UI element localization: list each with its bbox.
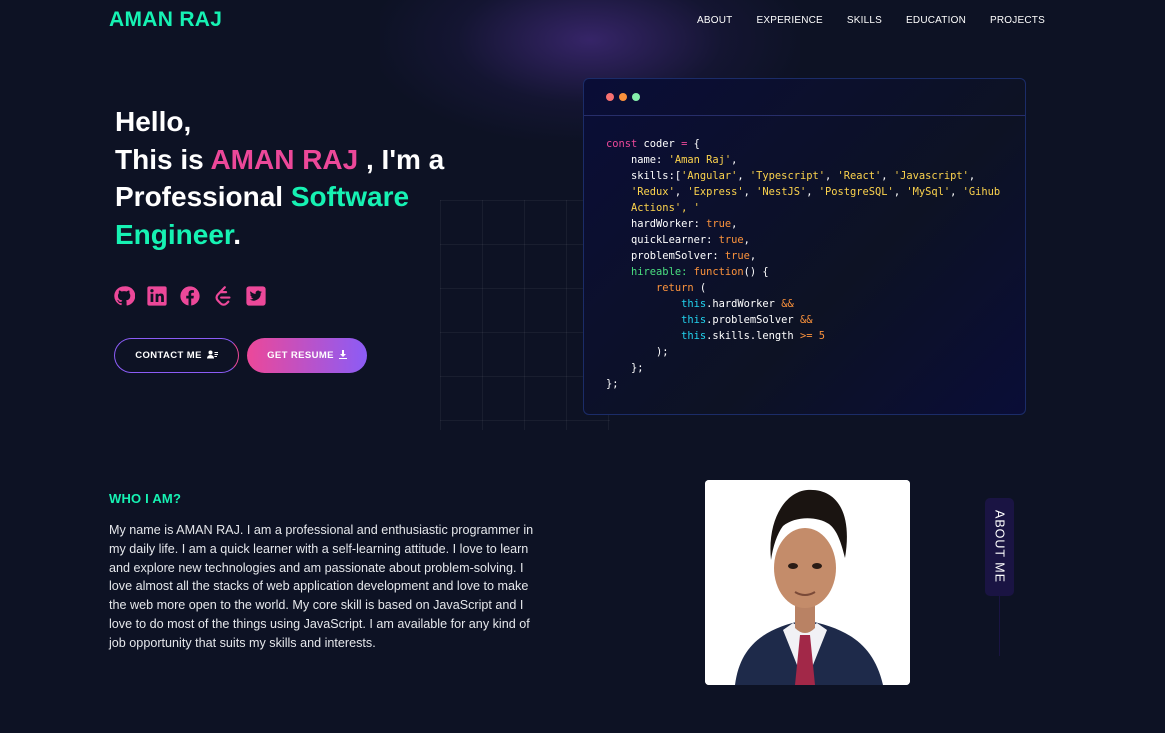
facebook-icon[interactable] (179, 285, 201, 307)
code-string: 'Express' (687, 186, 744, 198)
hero-engineer: Engineer (115, 218, 234, 250)
leetcode-icon[interactable] (212, 285, 234, 307)
about-me-tab-label: ABOUT ME (992, 510, 1007, 584)
code-string: 'Aman Raj' (668, 154, 732, 166)
get-resume-label: GET RESUME (267, 350, 334, 361)
code-operator: && (781, 298, 794, 310)
github-icon[interactable] (113, 285, 136, 307)
hero-period: . (233, 218, 242, 250)
download-icon (338, 349, 347, 362)
linkedin-icon[interactable] (146, 285, 168, 307)
code-string: 'Gihub (962, 186, 1001, 198)
window-dots (606, 93, 645, 101)
code-text: }; (631, 362, 644, 374)
code-text: () { (743, 266, 769, 278)
orange-dot-icon (619, 93, 627, 101)
code-text: ); (656, 346, 669, 358)
code-boolean: true (718, 234, 744, 246)
code-block: const coder = { name: 'Aman Raj', skills… (606, 138, 1001, 390)
code-string: 'Javascript' (893, 170, 969, 182)
code-text: .hardWorker (706, 298, 782, 310)
about-description: My name is AMAN RAJ. I am a professional… (109, 523, 534, 650)
code-string: 'Angular' (681, 170, 738, 182)
hero-software: Software (290, 181, 410, 212)
code-keyword: function (693, 266, 744, 278)
code-this: this (681, 330, 707, 342)
code-key: hardWorker: (631, 218, 707, 230)
about-heading: WHO I AM? (109, 491, 182, 506)
code-keyword: const (606, 138, 638, 150)
site-logo[interactable]: AMAN RAJ (109, 8, 222, 32)
about-me-tab: ABOUT ME (985, 498, 1014, 596)
hero-this-is: This is (115, 143, 211, 175)
nav-link-skills[interactable]: SKILLS (847, 15, 882, 26)
contact-me-label: CONTACT ME (135, 350, 202, 361)
code-key: problemSolver: (631, 250, 725, 262)
code-string: 'MySql' (906, 186, 951, 198)
code-card: const coder = { name: 'Aman Raj', skills… (583, 78, 1026, 415)
code-text: ( (693, 282, 707, 294)
code-string: 'NestJS' (756, 186, 807, 198)
hero-heading: Hello, This is AMAN RAJ , I'm a Professi… (115, 103, 475, 253)
hero-name: AMAN RAJ (210, 143, 359, 175)
nav-link-education[interactable]: EDUCATION (906, 15, 966, 26)
top-nav: ABOUT EXPERIENCE SKILLS EDUCATION PROJEC… (686, 15, 1069, 26)
code-text: { (687, 138, 700, 150)
green-dot-icon (632, 93, 640, 101)
code-this: this (681, 314, 707, 326)
social-links (113, 285, 278, 307)
hero-hello: Hello, (115, 106, 192, 137)
code-keyword: return (656, 282, 694, 294)
contact-card-icon (206, 350, 218, 362)
code-boolean: true (706, 218, 732, 230)
code-key: name: (631, 154, 669, 166)
code-this: this (681, 298, 707, 310)
side-divider (999, 596, 1000, 656)
code-string: 'Typescript' (749, 170, 825, 182)
code-text: }; (606, 378, 619, 390)
code-boolean: true (724, 250, 750, 262)
get-resume-button[interactable]: GET RESUME (247, 338, 367, 373)
profile-photo (705, 480, 910, 685)
code-key: quickLearner: (631, 234, 719, 246)
nav-link-about[interactable]: ABOUT (697, 15, 732, 26)
code-key: hireable: (631, 266, 694, 278)
red-dot-icon (606, 93, 614, 101)
code-text: .skills.length (706, 330, 800, 342)
code-text: coder (637, 138, 682, 150)
code-string: 'React' (837, 170, 882, 182)
code-string: , ' (681, 202, 700, 214)
hero-im-a: , I'm a (358, 143, 445, 175)
code-string: Actions' (631, 202, 682, 214)
code-text: .problemSolver (706, 314, 800, 326)
nav-link-projects[interactable]: PROJECTS (990, 15, 1045, 26)
code-operator: && (799, 314, 813, 326)
contact-me-button[interactable]: CONTACT ME (114, 338, 239, 373)
code-number: 5 (812, 330, 825, 342)
code-string: 'Redux' (631, 186, 675, 198)
twitter-icon[interactable] (245, 285, 267, 307)
code-card-header (584, 79, 1025, 116)
code-string: 'PostgreSQL' (818, 186, 894, 198)
hero-professional: Professional (115, 181, 291, 212)
code-operator: >= (799, 330, 813, 342)
code-text: , (731, 154, 738, 166)
code-key: skills:[ (631, 170, 682, 182)
nav-link-experience[interactable]: EXPERIENCE (756, 15, 822, 26)
